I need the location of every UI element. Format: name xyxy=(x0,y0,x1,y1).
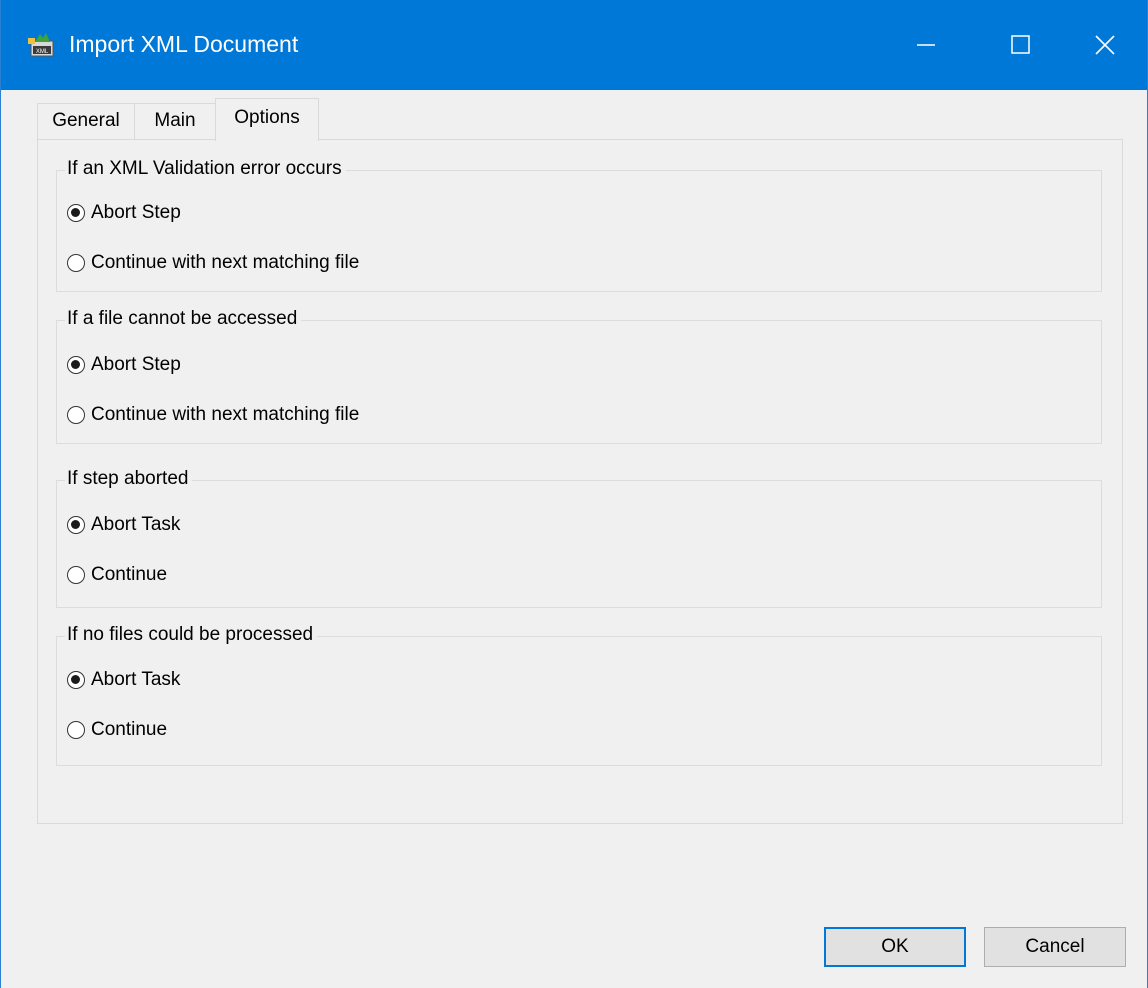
abort-task-radio[interactable]: Abort Task xyxy=(67,667,180,693)
radio-button[interactable] xyxy=(67,566,85,584)
continue-radio[interactable]: Continue xyxy=(67,562,167,588)
radio-button-checked[interactable] xyxy=(67,671,85,689)
radio-button-checked[interactable] xyxy=(67,204,85,222)
radio-button-checked[interactable] xyxy=(67,516,85,534)
continue-next-file-radio[interactable]: Continue with next matching file xyxy=(67,250,359,276)
abort-step-radio[interactable]: Abort Step xyxy=(67,200,181,226)
xml-validation-error-group: If an XML Validation error occurs Abort … xyxy=(56,157,1102,292)
no-files-processed-group: If no files could be processed Abort Tas… xyxy=(56,623,1102,766)
dialog-window: XML Import XML Document General Main Opt… xyxy=(0,0,1148,988)
close-button[interactable] xyxy=(1059,0,1148,90)
continue-radio[interactable]: Continue xyxy=(67,717,167,743)
maximize-button[interactable] xyxy=(975,0,1067,90)
minimize-icon xyxy=(917,44,935,46)
abort-task-radio[interactable]: Abort Task xyxy=(67,512,180,538)
tab-general[interactable]: General xyxy=(37,103,135,139)
continue-next-file-radio[interactable]: Continue with next matching file xyxy=(67,402,359,428)
radio-button-checked[interactable] xyxy=(67,356,85,374)
tab-main[interactable]: Main xyxy=(134,103,216,139)
maximize-icon xyxy=(1011,35,1030,54)
group-title: If no files could be processed xyxy=(65,623,318,647)
ok-button[interactable]: OK xyxy=(824,927,966,967)
group-title: If step aborted xyxy=(65,467,193,491)
xml-document-icon: XML xyxy=(27,32,57,58)
options-tab-panel: If an XML Validation error occurs Abort … xyxy=(37,139,1123,824)
minimize-button[interactable] xyxy=(881,0,973,90)
title-bar[interactable]: XML Import XML Document xyxy=(1,0,1147,90)
group-title: If an XML Validation error occurs xyxy=(65,157,346,181)
radio-button[interactable] xyxy=(67,254,85,272)
close-icon xyxy=(1095,35,1115,55)
step-aborted-group: If step aborted Abort Task Continue xyxy=(56,467,1102,608)
abort-step-radio[interactable]: Abort Step xyxy=(67,352,181,378)
radio-label: Continue xyxy=(91,564,168,585)
radio-label: Abort Step xyxy=(91,354,181,375)
file-not-accessed-group: If a file cannot be accessed Abort Step … xyxy=(56,307,1102,444)
radio-label: Abort Task xyxy=(91,669,181,690)
radio-button[interactable] xyxy=(67,406,85,424)
tab-options[interactable]: Options xyxy=(215,98,319,141)
svg-text:XML: XML xyxy=(36,49,49,55)
radio-label: Abort Task xyxy=(91,514,181,535)
window-title: Import XML Document xyxy=(69,31,299,57)
group-title: If a file cannot be accessed xyxy=(65,307,302,331)
radio-button[interactable] xyxy=(67,721,85,739)
radio-label: Continue xyxy=(91,719,168,740)
radio-label: Continue with next matching file xyxy=(91,252,360,273)
radio-label: Continue with next matching file xyxy=(91,404,360,425)
radio-label: Abort Step xyxy=(91,202,181,223)
cancel-button[interactable]: Cancel xyxy=(984,927,1126,967)
